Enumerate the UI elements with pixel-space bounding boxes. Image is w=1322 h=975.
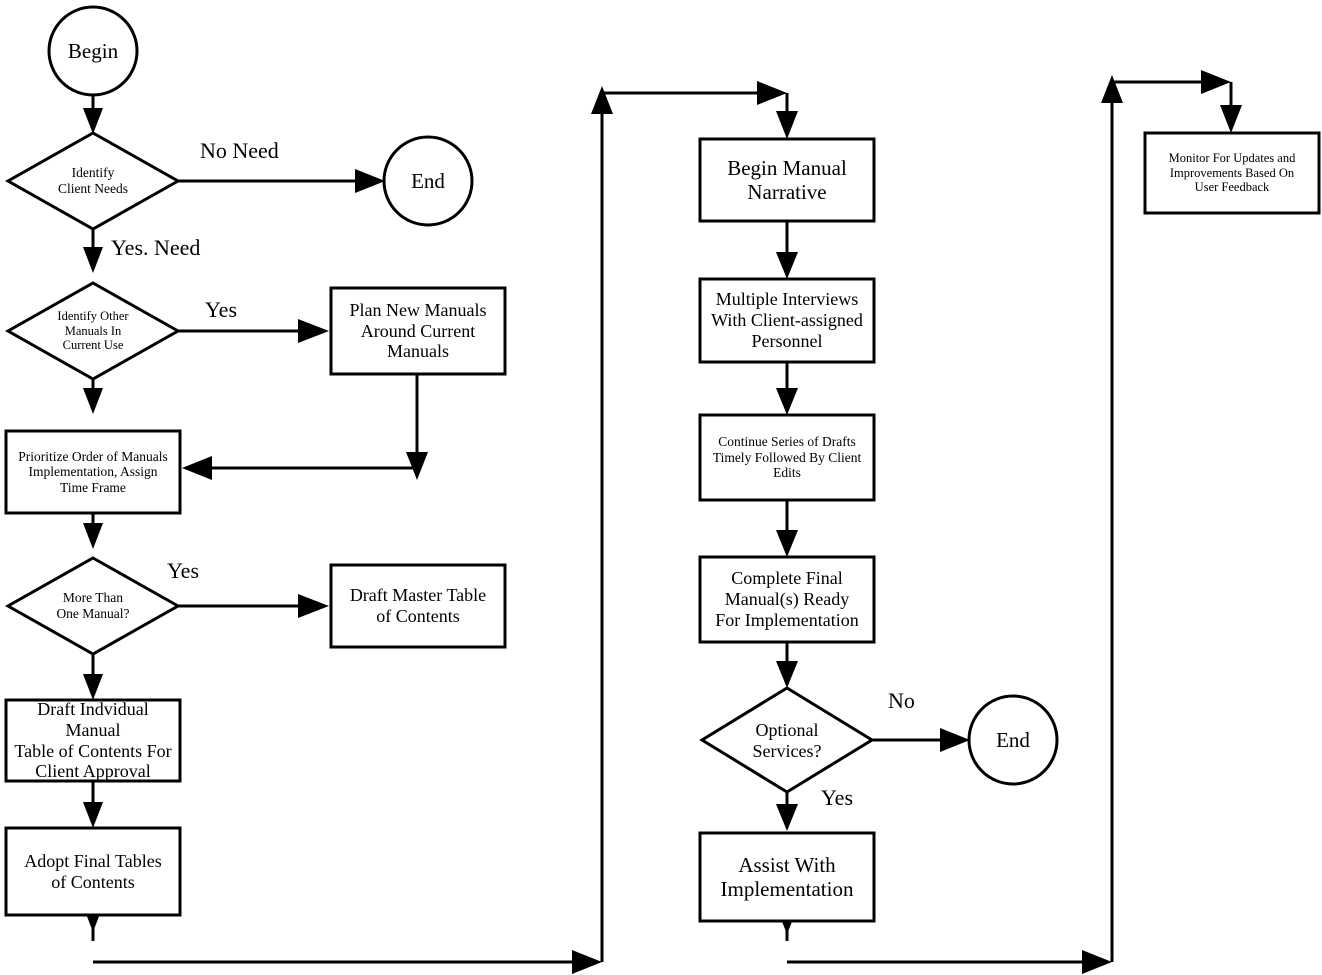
node-assist-with-implementation[interactable] (698, 831, 876, 923)
edge-begin-to-identify-client-needs (83, 95, 103, 134)
node-adopt-final-tables[interactable] (4, 826, 182, 917)
node-plan-new-manuals[interactable] (329, 286, 507, 376)
node-identify-other-manuals[interactable] (4, 281, 182, 381)
edge-label-no-optional: No (888, 688, 915, 713)
node-draft-individual-toc[interactable] (4, 698, 182, 783)
edge-complete-final-manuals-to-optional-services (776, 642, 798, 688)
edge-label-no-need: No Need (200, 138, 279, 163)
flowchart-canvas: Begin Identify Client Needs End Identify… (0, 0, 1322, 975)
node-monitor-for-updates[interactable] (1143, 131, 1321, 215)
node-multiple-interviews[interactable] (698, 277, 876, 364)
edge-optional-services-to-assist-with-implementation (776, 792, 798, 831)
node-identify-client-needs[interactable] (4, 131, 182, 231)
edge-identify-client-needs-to-end (178, 169, 385, 193)
flowchart-svg (4, 5, 1321, 974)
node-end-middle[interactable] (967, 694, 1059, 786)
edge-more-than-one-manual-to-draft-master-toc (178, 594, 329, 618)
node-complete-final-manuals[interactable] (698, 555, 876, 644)
edge-identify-other-manuals-to-plan-new-manuals (178, 319, 329, 343)
edges-layer (83, 70, 1242, 974)
node-end-left[interactable] (382, 135, 474, 227)
edge-optional-services-to-end (872, 728, 970, 752)
edge-label-yes-need: Yes. Need (111, 235, 201, 260)
edge-label-yes-more-than-one: Yes (167, 558, 200, 583)
node-begin-manual-narrative[interactable] (698, 137, 876, 223)
edge-label-yes-optional: Yes (821, 785, 854, 810)
edge-multiple-interviews-to-continue-series-drafts (776, 362, 798, 415)
node-more-than-one-manual[interactable] (4, 556, 182, 656)
edge-more-than-one-manual-to-draft-individual-toc (83, 654, 103, 700)
edge-continue-series-drafts-to-complete-final-manuals (776, 500, 798, 557)
edge-prioritize-order-to-more-than-one-manual (83, 513, 103, 549)
edge-plan-new-manuals-to-prioritize-order (182, 374, 428, 480)
edge-label-yes-other-manuals: Yes (205, 297, 238, 322)
node-prioritize-order[interactable] (4, 429, 182, 515)
node-begin[interactable] (47, 5, 139, 97)
edge-draft-individual-toc-to-adopt-final-tables (83, 781, 103, 828)
node-draft-master-toc[interactable] (329, 563, 507, 649)
edge-identify-other-manuals-to-prioritize-order (83, 379, 103, 414)
edge-begin-manual-narrative-to-multiple-interviews (776, 221, 798, 279)
edge-identify-client-needs-to-identify-other-manuals (83, 229, 103, 273)
node-optional-services[interactable] (699, 686, 875, 794)
node-continue-series-drafts[interactable] (698, 413, 876, 502)
